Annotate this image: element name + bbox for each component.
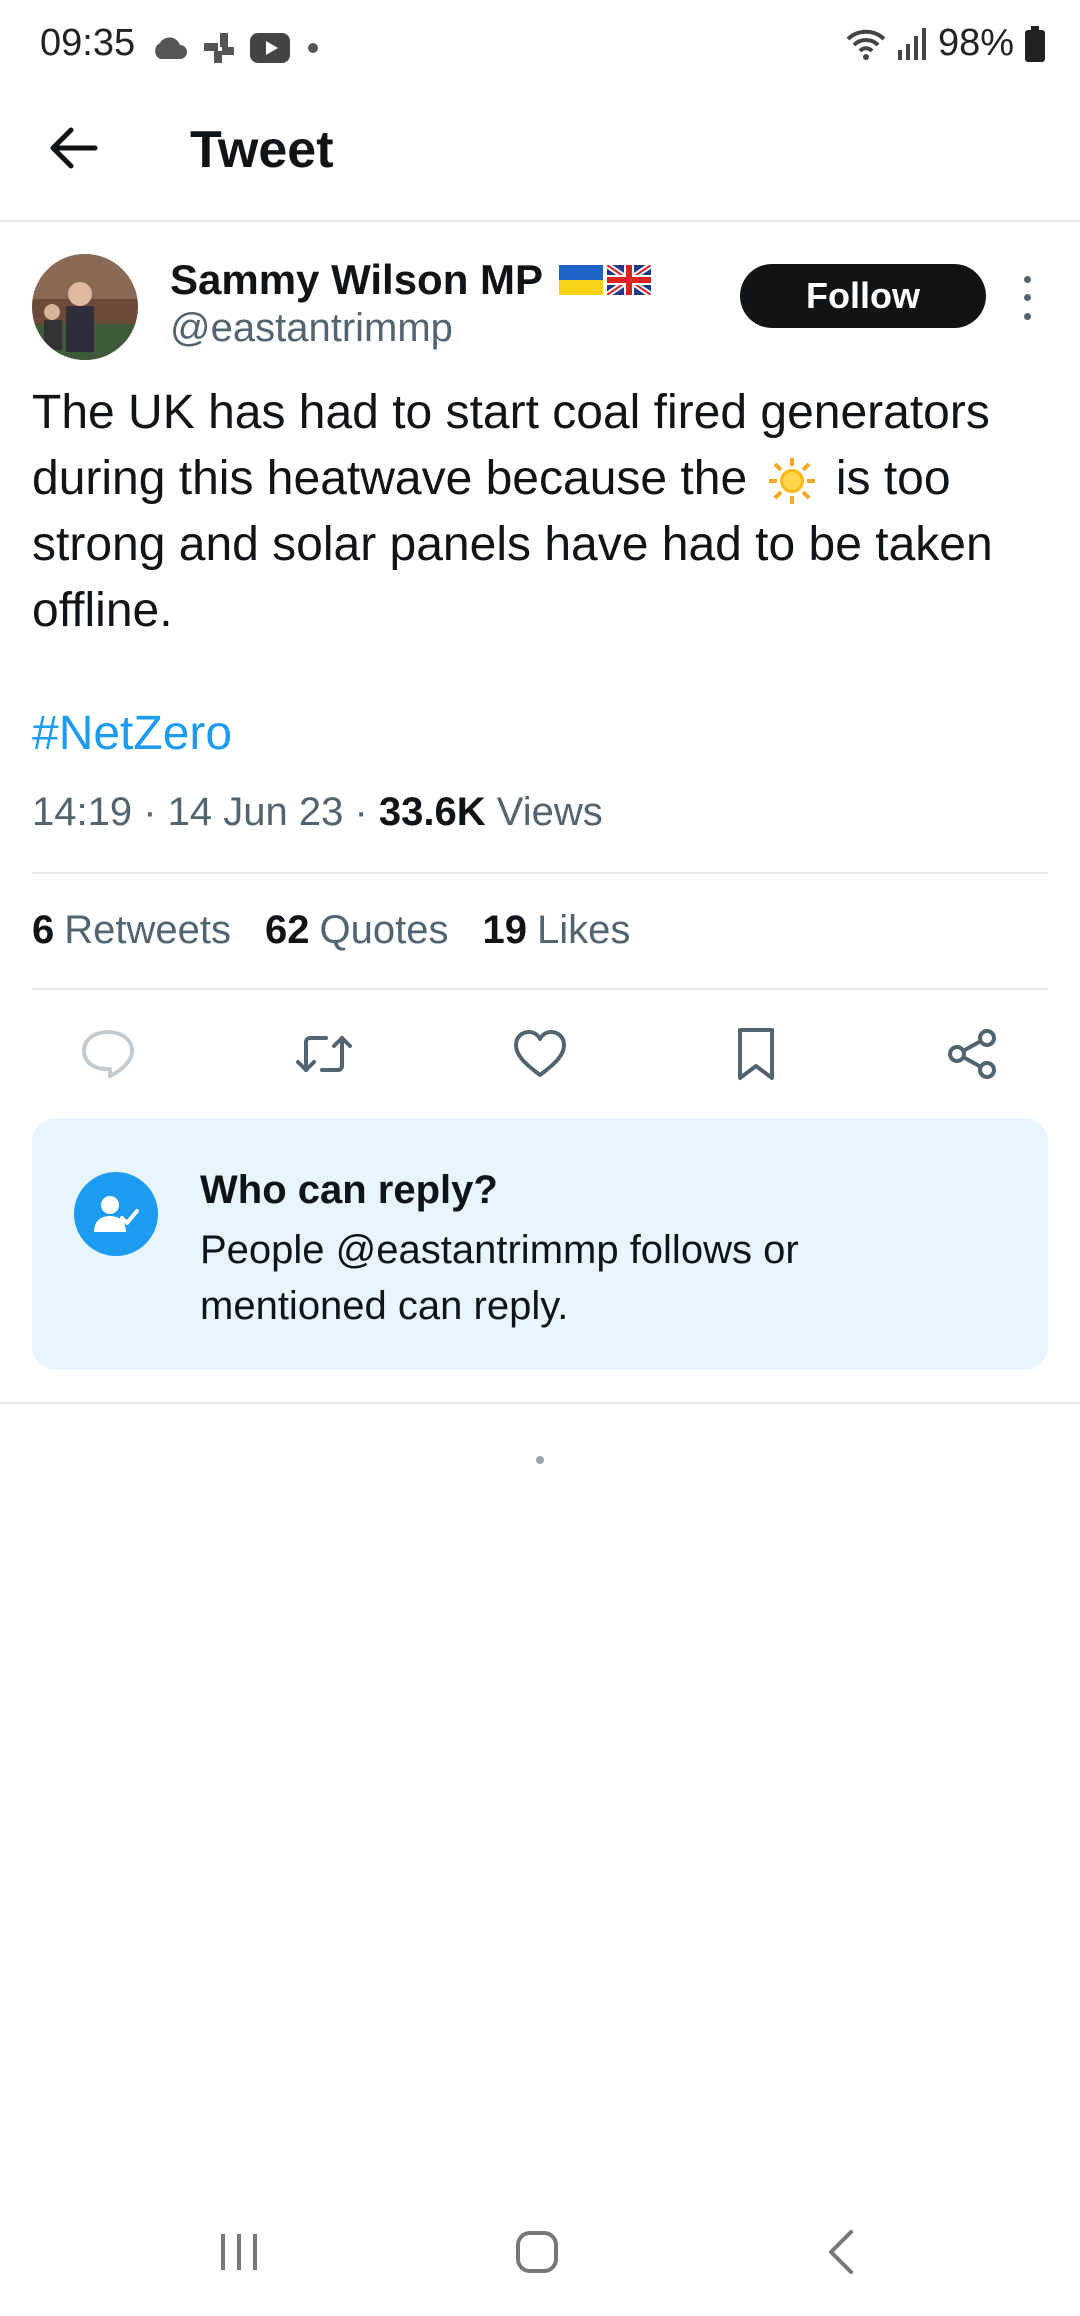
follow-button[interactable]: Follow: [740, 264, 986, 328]
stats-top-divider: [32, 872, 1048, 874]
reply-button[interactable]: [76, 1022, 140, 1086]
heart-icon: [514, 1030, 566, 1077]
status-time: 09:35: [40, 22, 136, 64]
share-icon: [948, 1029, 996, 1079]
reply-icon: [82, 1030, 134, 1078]
content-divider: [0, 1402, 1080, 1404]
arrow-left-icon: [50, 127, 98, 169]
author-handle[interactable]: @eastantrimmp: [170, 306, 453, 351]
slack-icon: [204, 33, 234, 63]
tweet-meta: 14:19 · 14 Jun 23 · 33.6K Views: [32, 790, 603, 834]
bookmark-icon: [738, 1028, 774, 1080]
uk-flag-icon: [607, 265, 652, 295]
status-right: 98%: [844, 22, 1046, 65]
retweet-icon: [296, 1036, 352, 1072]
bookmark-button[interactable]: [724, 1022, 788, 1086]
cloud-icon: [155, 37, 187, 59]
battery-icon: [1025, 25, 1045, 62]
tweet-stats: 6 Retweets 62 Quotes 19 Likes: [32, 908, 630, 953]
home-button[interactable]: [502, 2222, 572, 2282]
stats-bottom-divider: [32, 988, 1048, 990]
wifi-icon: [846, 29, 886, 60]
more-vertical-icon: [1023, 275, 1031, 283]
home-icon: [516, 2231, 558, 2273]
who-can-reply-title: Who can reply?: [200, 1168, 498, 1212]
hashtag-link[interactable]: #NetZero: [32, 706, 232, 761]
page-title: Tweet: [190, 121, 334, 179]
chevron-left-icon: [829, 2230, 853, 2274]
tweet-date: 14 Jun 23: [167, 790, 344, 834]
more-options-button[interactable]: [1012, 270, 1042, 326]
tweet-text: The UK has had to start coal fired gener…: [32, 380, 1042, 644]
who-can-reply-body: People @eastantrimmp follows or mentione…: [200, 1228, 799, 1328]
avatar[interactable]: [32, 254, 138, 360]
like-button[interactable]: [508, 1022, 572, 1086]
views-count: 33.6K: [378, 790, 486, 834]
signal-icon: [897, 27, 926, 60]
views-label[interactable]: Views: [497, 790, 603, 834]
sun-emoji-icon: [768, 458, 815, 505]
retweets-stat[interactable]: 6 Retweets: [32, 908, 231, 953]
status-notification-icons: [150, 30, 320, 66]
recent-apps-button[interactable]: [204, 2222, 274, 2282]
avatar-image: [32, 254, 138, 360]
share-button[interactable]: [940, 1022, 1004, 1086]
loading-indicator: [536, 1456, 544, 1464]
author-name-text: Sammy Wilson MP: [170, 256, 544, 303]
youtube-icon: [250, 33, 290, 63]
ukraine-flag-icon: [559, 265, 604, 295]
likes-stat[interactable]: 19 Likes: [482, 908, 630, 953]
recent-apps-icon: [221, 2234, 257, 2270]
back-nav-button[interactable]: [806, 2222, 876, 2282]
dot-icon: [308, 43, 318, 53]
author-name[interactable]: Sammy Wilson MP: [170, 256, 652, 304]
retweet-button[interactable]: [292, 1022, 356, 1086]
tweet-time: 14:19: [32, 790, 133, 834]
header-divider: [0, 220, 1080, 222]
quotes-stat[interactable]: 62 Quotes: [265, 908, 448, 953]
battery-percent: 98%: [937, 22, 1014, 64]
person-check-icon: [94, 1196, 139, 1232]
who-can-reply-icon-badge: [74, 1172, 158, 1256]
back-button[interactable]: [46, 120, 102, 176]
